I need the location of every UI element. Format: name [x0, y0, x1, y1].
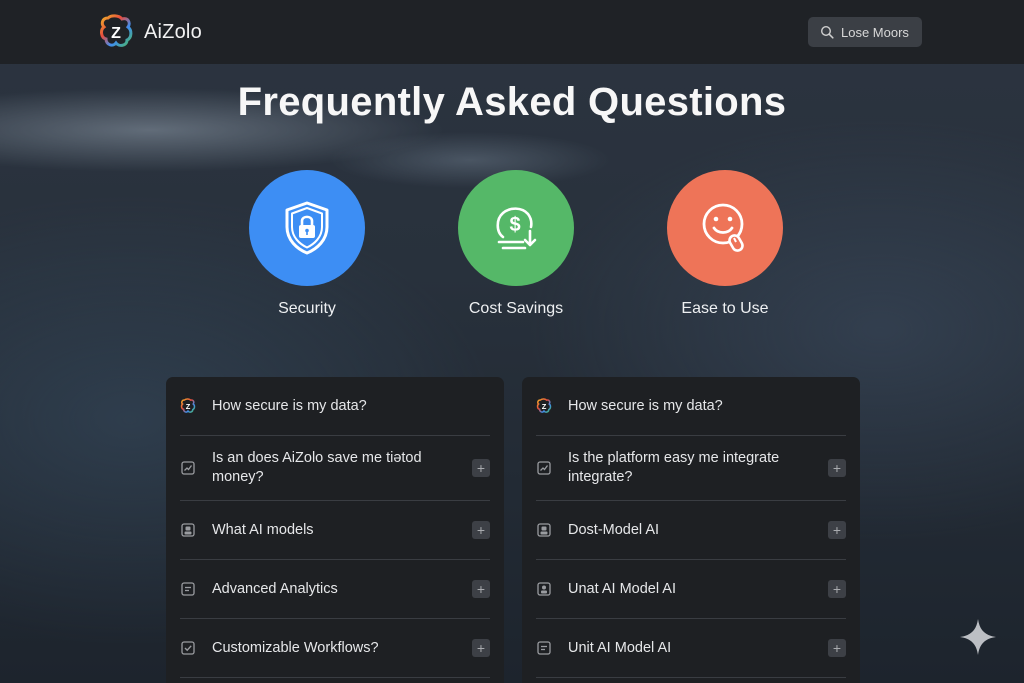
svg-text:$: $	[509, 214, 520, 236]
faq-item[interactable]: What AI models +	[180, 501, 490, 560]
aizolo-logo-icon: Z	[180, 398, 196, 414]
analytics-icon	[536, 640, 552, 656]
faq-panel-left: Z How secure is my data? Is an does AiZo…	[166, 377, 504, 683]
brand-name: AiZolo	[144, 20, 202, 43]
faq-item[interactable]: Z How secure is my data?	[180, 377, 490, 436]
faq-item[interactable]: Customizable Workflows? +	[180, 619, 490, 678]
page-title: Frequently Asked Questions	[237, 80, 787, 124]
faq-question: Unat AI Model AI	[568, 580, 677, 597]
search-icon	[820, 25, 834, 39]
feature-ease-of-use[interactable]: Ease to Use	[645, 170, 805, 318]
sparkle-icon	[960, 619, 996, 655]
smiley-cursor-icon	[702, 203, 744, 252]
faq-question: Unit AI Model AI	[568, 639, 672, 656]
expand-button[interactable]: +	[828, 580, 846, 598]
expand-button[interactable]: +	[828, 521, 846, 539]
aizolo-logo-icon: Z	[536, 398, 552, 414]
faq-question: Dost-Model AI	[568, 521, 660, 538]
svg-text:Z: Z	[186, 402, 191, 411]
feature-cost-savings[interactable]: $ Cost Savings	[436, 170, 596, 318]
dollar-coin-icon: $	[496, 207, 537, 250]
svg-text:Z: Z	[542, 402, 547, 411]
feature-security-circle	[249, 170, 365, 286]
faq-item[interactable]: Z How secure is my data?	[536, 377, 846, 436]
search-label: Lose Moors	[841, 24, 909, 40]
faq-panel-right: Z How secure is my data? Is the platform…	[522, 377, 860, 683]
faq-item[interactable]: Is the platform easy me integrate integr…	[536, 436, 846, 501]
svg-text:Z: Z	[111, 25, 121, 42]
workflow-icon	[180, 640, 196, 656]
faq-question: How secure is my data?	[568, 397, 723, 414]
expand-button[interactable]: +	[472, 521, 490, 539]
expand-button[interactable]: +	[472, 459, 490, 477]
faq-question: Customizable Workflows?	[212, 639, 379, 656]
feature-cost-circle: $	[458, 170, 574, 286]
model-icon	[536, 581, 552, 597]
feature-ease-label: Ease to Use	[681, 300, 769, 317]
aizolo-logo-icon: Z	[100, 14, 133, 47]
faq-question: Is the platform easy me integrate integr…	[568, 450, 780, 485]
feature-cost-label: Cost Savings	[468, 300, 564, 317]
faq-item[interactable]: Unat AI Model AI +	[536, 560, 846, 619]
chart-icon	[180, 460, 196, 476]
search-button[interactable]: Lose Moors	[808, 17, 922, 47]
faq-question: Is an does AiZolo save me tiәtod money?	[212, 450, 422, 485]
feature-row: Security $ Cost Savings Ease to Use	[0, 170, 1024, 330]
chart-icon	[536, 460, 552, 476]
expand-button[interactable]: +	[472, 580, 490, 598]
expand-button[interactable]: +	[828, 639, 846, 657]
analytics-icon	[180, 581, 196, 597]
feature-security-label: Security	[278, 300, 336, 317]
top-bar: Z AiZolo Lose Moors	[0, 0, 1024, 64]
feature-security[interactable]: Security	[227, 170, 387, 318]
faq-item[interactable]: Is an does AiZolo save me tiәtod money? …	[180, 436, 490, 501]
faq-item[interactable]: Dost-Model AI +	[536, 501, 846, 560]
feature-ease-circle	[667, 170, 783, 286]
faq-question: Advanced Analytics	[212, 580, 338, 597]
shield-lock-icon	[285, 201, 329, 255]
logo[interactable]: Z AiZolo	[98, 14, 202, 50]
faq-item[interactable]: Advanced Analytics +	[180, 560, 490, 619]
faq-question: What AI models	[212, 521, 314, 538]
faq-question: How secure is my data?	[212, 397, 367, 414]
model-icon	[536, 522, 552, 538]
expand-button[interactable]: +	[472, 639, 490, 657]
faq-item[interactable]: Unit AI Model AI +	[536, 619, 846, 678]
model-icon	[180, 522, 196, 538]
expand-button[interactable]: +	[828, 459, 846, 477]
